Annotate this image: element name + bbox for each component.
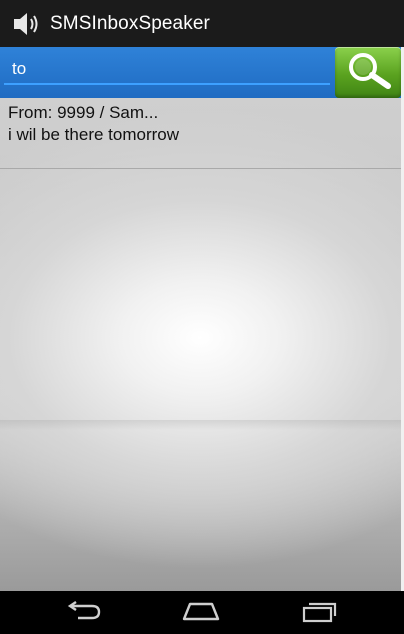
message-body: i wil be there tomorrow — [8, 125, 180, 144]
list-item[interactable]: From: 9999 / Sam... i wil be there tomor… — [0, 98, 404, 169]
recent-apps-icon — [300, 599, 338, 628]
search-icon — [342, 50, 394, 95]
app-screen: SMSInboxSpeaker From: 9999 / Sam... i wi… — [0, 0, 404, 634]
home-button[interactable] — [171, 597, 231, 629]
speaker-icon — [10, 7, 44, 41]
back-icon — [64, 600, 102, 627]
home-icon — [181, 600, 221, 627]
background-floor-line — [0, 420, 404, 430]
message-sender: From: 9999 / Sam... — [8, 103, 159, 122]
action-bar: SMSInboxSpeaker — [0, 0, 404, 47]
recent-apps-button[interactable] — [289, 597, 349, 629]
navigation-bar — [0, 591, 404, 634]
search-bar — [0, 47, 404, 98]
search-input[interactable] — [4, 55, 330, 85]
app-title: SMSInboxSpeaker — [50, 12, 210, 34]
message-list: From: 9999 / Sam... i wil be there tomor… — [0, 98, 404, 591]
search-button[interactable] — [335, 47, 401, 98]
back-button[interactable] — [53, 597, 113, 629]
